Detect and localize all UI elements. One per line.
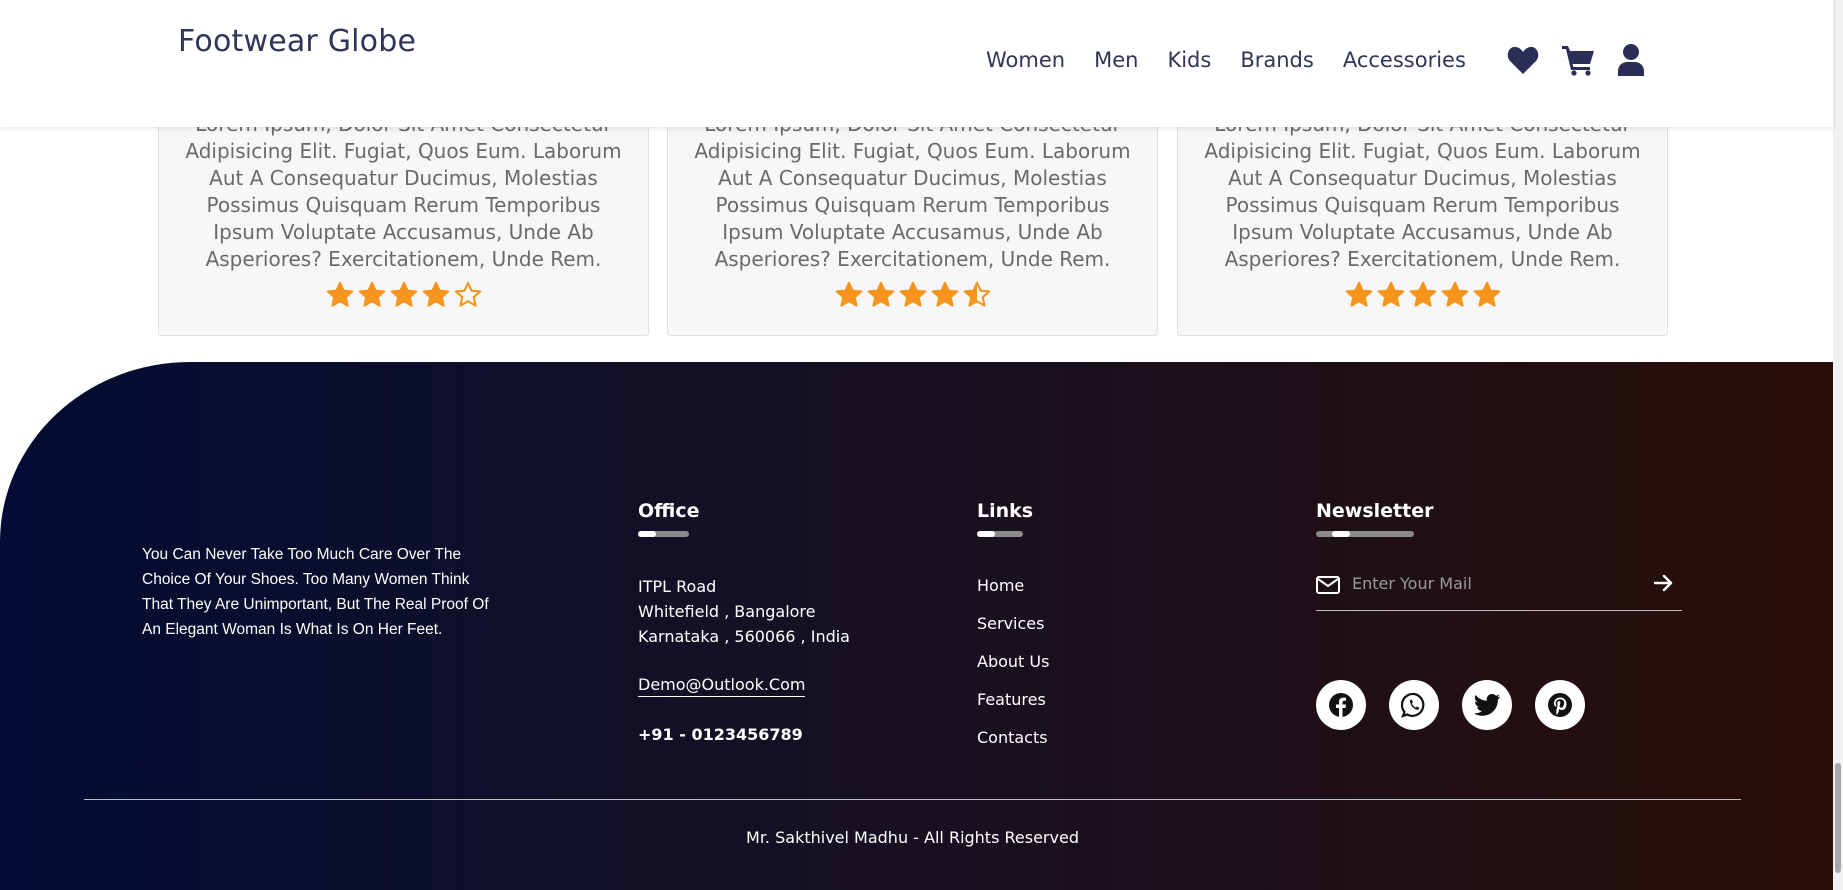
star-full-icon	[835, 281, 863, 312]
star-full-icon	[1441, 281, 1469, 312]
star-full-icon	[899, 281, 927, 312]
nav-kids[interactable]: Kids	[1167, 48, 1211, 72]
office-email-link[interactable]: Demo@Outlook.Com	[638, 675, 806, 697]
office-title: Office	[638, 500, 700, 522]
heart-icon[interactable]	[1507, 45, 1539, 75]
site-header: Footwear Globe Women Men Kids Brands Acc…	[0, 0, 1833, 127]
newsletter-placeholder: Enter Your Mail	[1352, 574, 1472, 593]
star-full-icon	[931, 281, 959, 312]
office-address: ITPL Road Whitefield , Bangalore Karnata…	[638, 574, 850, 649]
scrollbar-thumb[interactable]	[1835, 763, 1841, 873]
footer-about-text: You Can Never Take Too Much Care Over Th…	[142, 546, 489, 638]
links-title: Links	[977, 500, 1034, 522]
whatsapp-icon[interactable]	[1389, 680, 1439, 730]
footer-links: Home Services About Us Features Contacts	[977, 576, 1049, 766]
footer-link-home[interactable]: Home	[977, 576, 1049, 614]
address-line: Karnataka , 560066 , India	[638, 627, 850, 646]
star-full-icon	[358, 281, 386, 312]
star-half-icon	[963, 281, 991, 312]
copyright-text: Mr. Sakthivel Madhu - All Rights Reserve…	[746, 828, 1079, 847]
review-text: Lorem Ipsum, Dolor Sit Amet Consectetur …	[694, 112, 1131, 271]
star-empty-icon	[454, 281, 482, 312]
star-full-icon	[1473, 281, 1501, 312]
review-text: Lorem Ipsum, Dolor Sit Amet Consectetur …	[185, 112, 622, 271]
footer-link-contacts[interactable]: Contacts	[977, 728, 1049, 766]
page-scrollbar[interactable]	[1833, 0, 1843, 890]
star-full-icon	[867, 281, 895, 312]
main-nav: Women Men Kids Brands Accessories	[986, 48, 1495, 72]
review-text: Lorem Ipsum, Dolor Sit Amet Consectetur …	[1204, 112, 1641, 271]
nav-brands[interactable]: Brands	[1240, 48, 1314, 72]
star-rating	[1178, 281, 1667, 312]
star-full-icon	[326, 281, 354, 312]
site-footer: You Can Never Take Too Much Care Over Th…	[0, 362, 1833, 890]
user-icon[interactable]	[1617, 44, 1645, 76]
envelope-icon	[1316, 576, 1340, 598]
address-line: ITPL Road	[638, 577, 717, 596]
title-underline	[1316, 531, 1414, 537]
pinterest-icon[interactable]	[1535, 680, 1585, 730]
header-icons	[1507, 44, 1667, 76]
twitter-icon[interactable]	[1462, 680, 1512, 730]
star-full-icon	[1409, 281, 1437, 312]
star-rating	[668, 281, 1157, 312]
footer-link-services[interactable]: Services	[977, 614, 1049, 652]
star-full-icon	[1377, 281, 1405, 312]
cart-icon[interactable]	[1561, 44, 1595, 76]
star-rating	[159, 281, 648, 312]
newsletter-title: Newsletter	[1316, 500, 1434, 522]
newsletter-email-field[interactable]: Enter Your Mail	[1316, 557, 1682, 611]
nav-women[interactable]: Women	[986, 48, 1065, 72]
nav-accessories[interactable]: Accessories	[1343, 48, 1466, 72]
title-underline	[638, 531, 689, 537]
footer-divider	[84, 799, 1741, 800]
nav-men[interactable]: Men	[1094, 48, 1138, 72]
footer-link-features[interactable]: Features	[977, 690, 1049, 728]
star-full-icon	[1345, 281, 1373, 312]
office-phone: +91 - 0123456789	[638, 725, 803, 744]
star-full-icon	[422, 281, 450, 312]
brand-logo[interactable]: Footwear Globe	[178, 24, 416, 59]
title-underline	[977, 531, 1023, 537]
star-full-icon	[390, 281, 418, 312]
arrow-right-icon[interactable]	[1653, 574, 1674, 596]
facebook-icon[interactable]	[1316, 680, 1366, 730]
footer-link-about[interactable]: About Us	[977, 652, 1049, 690]
address-line: Whitefield , Bangalore	[638, 602, 816, 621]
